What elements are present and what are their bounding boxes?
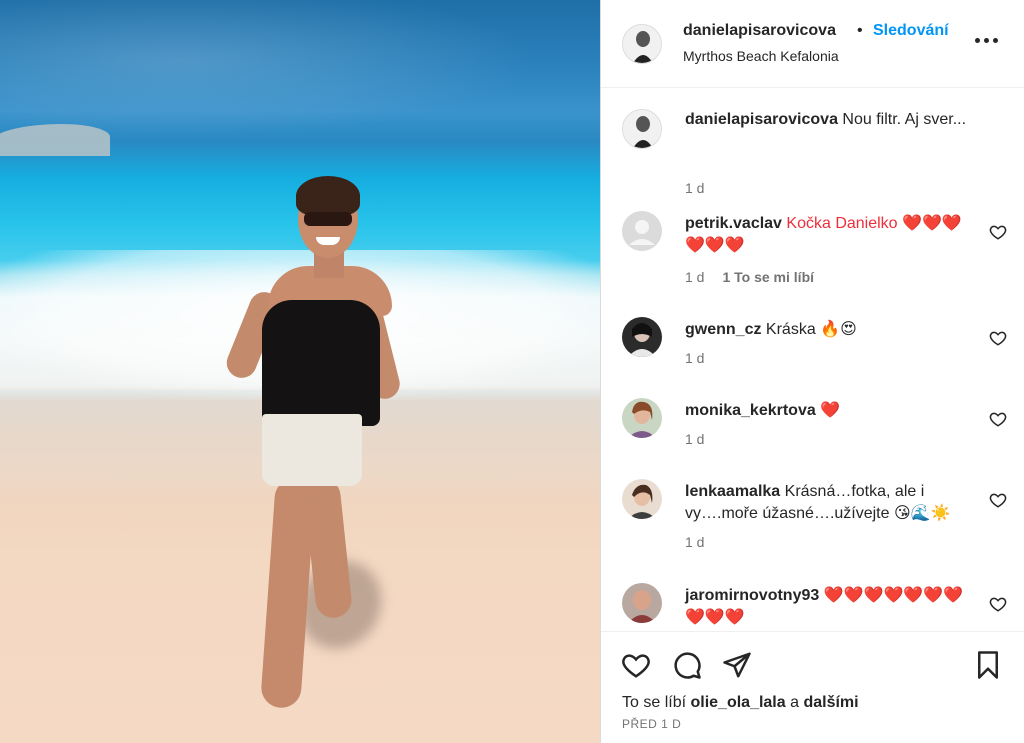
comments-list[interactable]: danielapisarovicova Nou filtr. Aj sver..… [601,89,1024,631]
comment-time[interactable]: 1 d [685,269,704,285]
author-username[interactable]: danielapisarovicova [683,22,836,40]
comment-meta: 1 d [685,350,704,366]
post-location[interactable]: Myrthos Beach Kefalonia [683,48,839,64]
like-comment-icon[interactable] [989,329,1007,347]
like-comment-icon[interactable] [989,223,1007,241]
post-header: danielapisarovicova • Sledování Myrthos … [601,0,1024,88]
caption-meta: 1 d [685,180,704,196]
more-options-icon[interactable] [975,34,999,46]
heart-icon[interactable] [621,650,651,680]
share-icon[interactable] [722,650,752,680]
comment-username[interactable]: petrik.vaclav [685,215,782,232]
white-skirt [262,414,362,486]
bookmark-icon[interactable] [973,650,1003,680]
comment-text: monika_kekrtova ❤️ [685,400,975,422]
author-avatar-image [623,25,661,63]
comment-text: gwenn_cz Kráska 🔥😍 [685,319,975,341]
comment-body: ❤️ [820,402,841,419]
post-actions: To se líbí olie_ola_lala a dalšími PŘED … [601,631,1024,743]
like-comment-icon[interactable] [989,491,1007,509]
commenter-avatar[interactable] [622,211,662,251]
caption-username[interactable]: danielapisarovicova [685,111,838,128]
like-comment-icon[interactable] [989,410,1007,428]
like-comment-icon[interactable] [989,595,1007,613]
comment-username[interactable]: jaromirnovotny93 [685,587,819,604]
comment-body: Kráska 🔥😍 [765,321,857,338]
author-avatar[interactable] [622,24,662,64]
commenter-avatar[interactable] [622,398,662,438]
comment-meta: 1 d 1 To se mi líbí [685,269,814,285]
sunglasses [304,212,352,226]
comment-text: jaromirnovotny93 ❤️❤️❤️❤️❤️❤️❤️❤️❤️❤️ [685,585,975,629]
comment-username[interactable]: gwenn_cz [685,321,761,338]
comment-time[interactable]: 1 d [685,350,704,366]
comment-username[interactable]: monika_kekrtova [685,402,816,419]
post-side-panel: danielapisarovicova • Sledování Myrthos … [600,0,1024,743]
commenter-avatar[interactable] [622,583,662,623]
caption-time[interactable]: 1 d [685,180,704,196]
comment-icon[interactable] [672,650,702,680]
commenter-avatar[interactable] [622,479,662,519]
follow-button[interactable]: Sledování [873,22,949,40]
post-timestamp[interactable]: PŘED 1 D [622,717,681,731]
liked-by-user[interactable]: olie_ola_lala [690,694,785,711]
distant-cliff [0,124,110,156]
comment-time[interactable]: 1 d [685,431,704,447]
commenter-avatar[interactable] [622,317,662,357]
black-top [262,300,380,426]
post-photo[interactable] [0,0,600,743]
comment-meta: 1 d [685,534,704,550]
comment-likes[interactable]: 1 To se mi líbí [722,269,814,285]
author-avatar[interactable] [622,109,662,149]
caption-body: Nou filtr. Aj sver... [842,111,967,128]
caption-text: danielapisarovicova Nou filtr. Aj sver..… [685,109,975,131]
comment-username[interactable]: lenkaamalka [685,483,780,500]
comment-text: petrik.vaclav Kočka Danielko ❤️❤️❤️❤️❤️❤… [685,213,975,257]
liked-by-line: To se líbí olie_ola_lala a dalšími [622,694,859,711]
comment-text: lenkaamalka Krásná…fotka, ale i vy….moře… [685,481,975,525]
separator-dot: • [857,22,863,39]
comment-meta: 1 d [685,431,704,447]
comment-time[interactable]: 1 d [685,534,704,550]
liked-by-others[interactable]: dalšími [803,694,858,711]
